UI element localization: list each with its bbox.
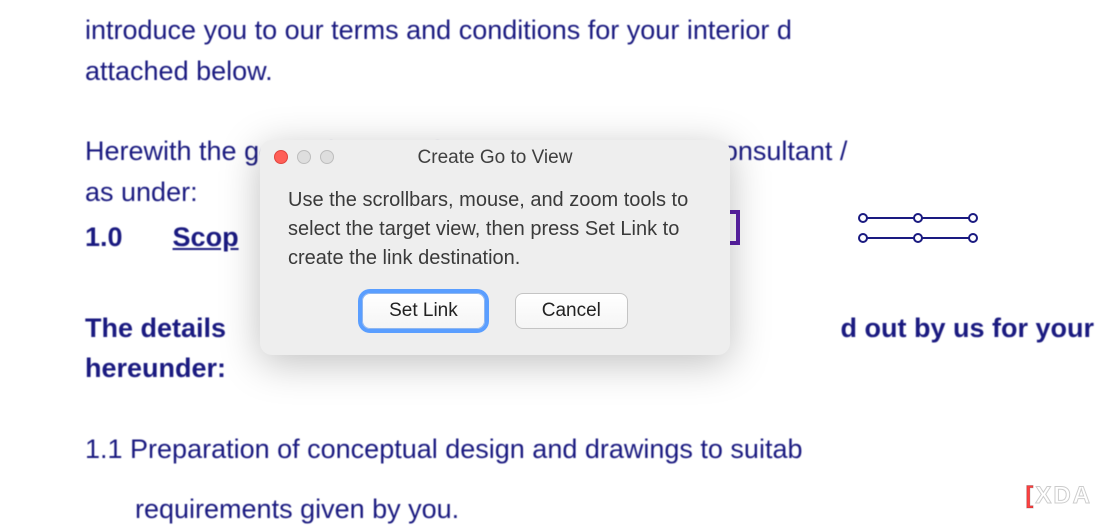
doc-prep-line: 1.1 Preparation of conceptual design and… [5,429,1104,470]
watermark-bracket: [ [1025,482,1035,509]
xda-watermark: [XDA [1025,482,1092,510]
doc-scope-num: 1.0 [85,217,123,258]
doc-line-intro: introduce you to our terms and condition… [5,10,1104,51]
dialog-titlebar: Create Go to View [260,140,730,176]
cancel-button[interactable]: Cancel [515,293,628,329]
watermark-x: X [1035,482,1053,509]
doc-scope-label: Scop [173,217,239,258]
window-traffic-lights [274,150,334,164]
dialog-body: Use the scrollbars, mouse, and zoom tool… [260,176,730,355]
doc-details-left: The details [85,308,226,349]
create-go-to-view-dialog: Create Go to View Use the scrollbars, mo… [260,140,730,355]
close-icon[interactable] [274,150,288,164]
doc-line-attached: attached below. [5,51,1104,92]
dialog-title: Create Go to View [418,147,573,169]
dialog-message: Use the scrollbars, mouse, and zoom tool… [288,186,702,273]
annotation-handle-icon[interactable] [858,213,978,243]
doc-req-line: requirements given by you. [5,489,1104,530]
doc-details-right: d out by us for your [841,308,1095,349]
dialog-button-row: Set Link Cancel [288,293,702,337]
watermark-rest: DA [1053,482,1092,509]
maximize-icon[interactable] [320,150,334,164]
set-link-button[interactable]: Set Link [362,293,485,329]
minimize-icon[interactable] [297,150,311,164]
